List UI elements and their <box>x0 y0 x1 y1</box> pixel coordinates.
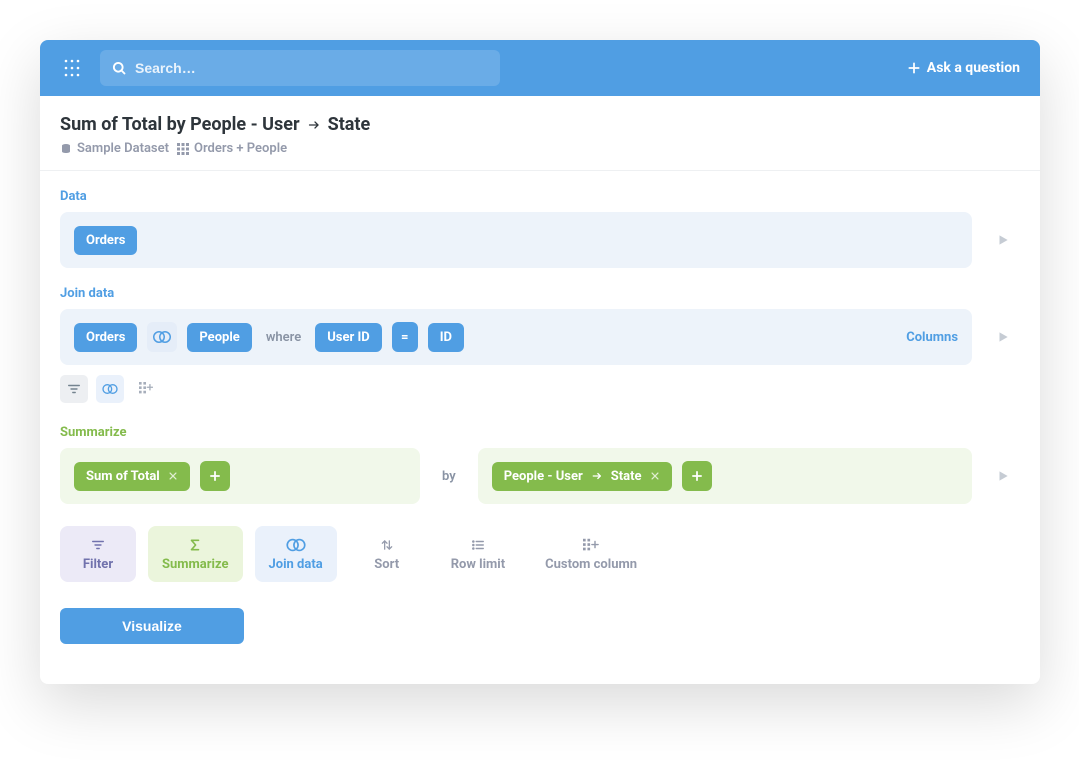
join-panel: Orders People where User ID = ID <box>60 309 972 365</box>
data-source-chip[interactable]: Orders <box>74 226 137 255</box>
columns-link[interactable]: Columns <box>906 330 958 345</box>
preview-summarize-button[interactable] <box>996 468 1010 484</box>
breadcrumb-table[interactable]: Orders + People <box>177 141 287 156</box>
join-step-button[interactable] <box>96 375 124 403</box>
join-right-table-chip[interactable]: People <box>187 323 251 352</box>
preview-join-button[interactable] <box>996 329 1010 345</box>
join-left-column-chip[interactable]: User ID <box>315 323 382 352</box>
ask-question-label: Ask a question <box>927 60 1020 76</box>
add-custom-column-step[interactable]: Custom column <box>531 526 651 582</box>
list-icon <box>471 537 485 553</box>
sigma-icon <box>188 537 202 553</box>
join-icon <box>286 537 306 553</box>
breakout-chip[interactable]: People - User State <box>492 462 672 491</box>
by-label: by <box>434 469 464 484</box>
top-bar: Ask a question <box>40 40 1040 96</box>
join-operator-chip[interactable]: = <box>392 322 418 352</box>
search-icon <box>112 61 127 76</box>
content-area: Data Orders Join data Orders <box>40 171 1040 684</box>
add-row-limit-step[interactable]: Row limit <box>437 526 519 582</box>
table-icon <box>177 143 189 155</box>
aggregation-panel: Sum of Total <box>60 448 420 504</box>
page-title: Sum of Total by People - User State <box>60 114 1020 135</box>
summarize-section-label: Summarize <box>60 425 1020 440</box>
filter-step-button[interactable] <box>60 375 88 403</box>
database-icon <box>60 143 72 155</box>
join-right-column-chip[interactable]: ID <box>428 323 464 352</box>
join-section-label: Join data <box>60 286 1020 301</box>
ask-question-button[interactable]: Ask a question <box>907 60 1020 76</box>
arrow-right-icon <box>306 119 322 131</box>
breadcrumb-database[interactable]: Sample Dataset <box>60 141 169 156</box>
add-summarize-step[interactable]: Summarize <box>148 526 243 582</box>
custom-column-step-button[interactable] <box>132 375 160 403</box>
arrow-right-icon <box>591 471 603 481</box>
preview-data-button[interactable] <box>996 232 1010 248</box>
logo-icon[interactable] <box>60 56 84 80</box>
sort-icon <box>380 537 394 553</box>
data-section-label: Data <box>60 189 1020 204</box>
app-window: Ask a question Sum of Total by People - … <box>40 40 1040 684</box>
breakout-panel: People - User State <box>478 448 972 504</box>
add-aggregation-button[interactable] <box>200 461 230 491</box>
add-filter-step[interactable]: Filter <box>60 526 136 582</box>
plus-icon <box>907 61 921 75</box>
where-label: where <box>262 330 305 345</box>
page-header: Sum of Total by People - User State <box>40 96 1040 171</box>
data-panel: Orders <box>60 212 972 268</box>
breadcrumb: Sample Dataset Orders + People <box>60 141 1020 156</box>
join-left-table-chip[interactable]: Orders <box>74 323 137 352</box>
remove-breakout-icon[interactable] <box>650 471 660 481</box>
add-join-step[interactable]: Join data <box>255 526 337 582</box>
step-palette: Filter Summarize Join data <box>60 526 1020 582</box>
join-step-actions <box>60 375 1020 403</box>
filter-icon <box>90 537 106 553</box>
visualize-button[interactable]: Visualize <box>60 608 244 644</box>
join-type-button[interactable] <box>147 322 177 352</box>
search-box[interactable] <box>100 50 500 86</box>
add-breakout-button[interactable] <box>682 461 712 491</box>
add-sort-step[interactable]: Sort <box>349 526 425 582</box>
remove-aggregation-icon[interactable] <box>168 471 178 481</box>
custom-column-icon <box>583 537 599 553</box>
search-input[interactable] <box>135 60 488 76</box>
aggregation-chip[interactable]: Sum of Total <box>74 462 190 491</box>
